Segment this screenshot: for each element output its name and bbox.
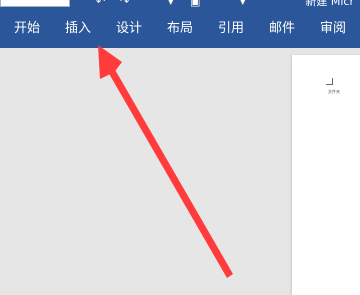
tab-mailings[interactable]: 邮件 [269,12,295,48]
tab-design[interactable]: 设计 [116,12,142,48]
tab-references[interactable]: 引用 [218,12,244,48]
undo-icon[interactable]: ↶ [96,0,105,8]
dropdown-icon[interactable]: ▾ [240,0,246,8]
customize-toolbar-icon[interactable]: ▾ [168,0,174,8]
search-box[interactable] [0,0,70,7]
title-bar: ↶ ↷ ▾ ▣ ▾ 新建 Micr [0,0,360,12]
ribbon-tabs: 开始 插入 设计 布局 引用 邮件 审阅 [0,12,360,48]
redo-icon[interactable]: ↷ [120,0,129,8]
tab-insert[interactable]: 插入 [65,12,91,48]
tab-home[interactable]: 开始 [14,12,40,48]
tab-layout[interactable]: 布局 [167,12,193,48]
document-page[interactable]: 文件夹 [292,55,360,295]
window-title: 新建 Micr [305,0,354,8]
save-icon[interactable]: ▣ [190,0,200,8]
page-text: 文件夹 [328,89,340,94]
tab-review[interactable]: 审阅 [320,12,346,48]
document-workspace: 文件夹 [0,48,360,295]
margin-corner-mark [326,78,333,85]
